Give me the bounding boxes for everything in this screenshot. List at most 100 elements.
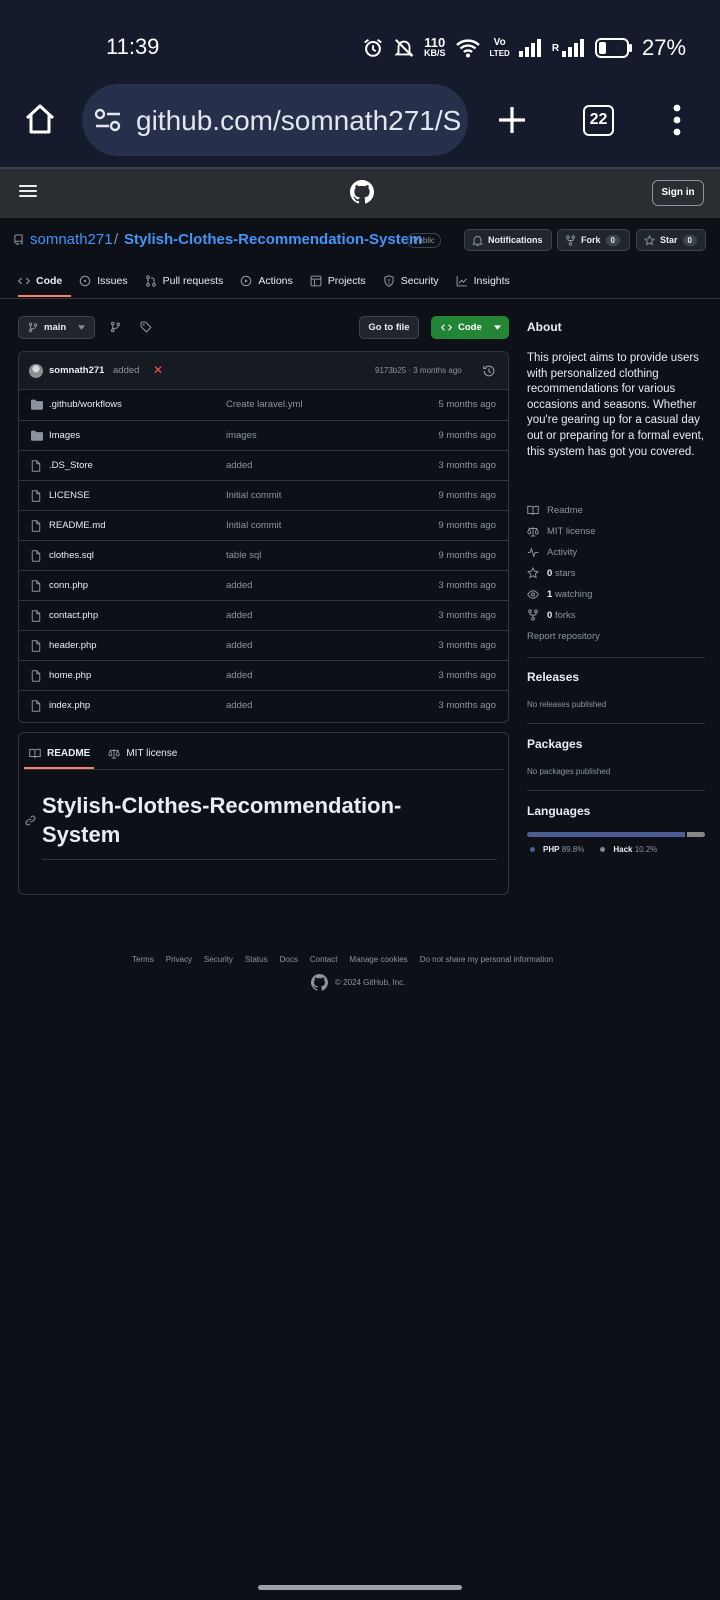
tab-projects[interactable]: Projects [310,270,366,292]
file-row[interactable]: .DS_Store added 3 months ago [19,450,508,480]
file-commit-message[interactable]: images [226,430,257,441]
stars-link[interactable]: 0 stars [527,565,576,581]
file-commit-message[interactable]: Create laravel.yml [226,399,303,410]
notifications-button[interactable]: Notifications [464,229,552,251]
file-name[interactable]: header.php [49,640,97,651]
check-failed-icon[interactable]: ✕ [153,363,163,377]
file-commit-message[interactable]: Initial commit [226,520,281,531]
avatar[interactable] [29,364,43,378]
footer-link[interactable]: Docs [280,955,298,964]
file-name[interactable]: .DS_Store [49,460,93,471]
file-commit-message[interactable]: added [226,460,252,471]
home-icon[interactable] [22,101,58,137]
file-row[interactable]: Images images 9 months ago [19,420,508,450]
tab-pull-requests[interactable]: Pull requests [145,270,223,292]
file-row[interactable]: LICENSE Initial commit 9 months ago [19,480,508,510]
github-logo-icon[interactable] [311,974,328,991]
tag-icon[interactable] [140,321,152,333]
commit-meta[interactable]: 9173b25 · 3 months ago [375,366,462,375]
file-row[interactable]: home.php added 3 months ago [19,660,508,690]
history-icon[interactable] [482,364,496,378]
releases-heading[interactable]: Releases [527,670,705,684]
file-icon [31,550,41,562]
file-name[interactable]: .github/workflows [49,399,122,410]
file-commit-message[interactable]: added [226,640,252,651]
packages-heading[interactable]: Packages [527,737,705,751]
file-row[interactable]: README.md Initial commit 9 months ago [19,510,508,540]
footer-link[interactable]: Status [245,955,268,964]
license-link[interactable]: MIT license [527,523,595,539]
footer-link[interactable]: Terms [132,955,154,964]
file-row[interactable]: index.php added 3 months ago [19,690,508,720]
tab-switcher-button[interactable]: 22 [583,105,614,136]
activity-link[interactable]: Activity [527,544,577,560]
gesture-home-indicator[interactable] [258,1585,462,1590]
link-icon[interactable] [25,815,36,826]
github-logo-icon[interactable] [350,180,374,204]
tab-readme[interactable]: README [29,743,90,763]
new-tab-icon[interactable] [496,104,528,136]
url-text[interactable]: github.com/somnath271/S [136,105,470,137]
file-name[interactable]: contact.php [49,610,98,621]
footer-links: Terms Privacy Security Status Docs Contact Man… [132,955,553,964]
file-name[interactable]: README.md [49,520,105,531]
hamburger-menu-icon[interactable] [19,184,37,198]
footer-link[interactable]: Security [204,955,233,964]
star-button[interactable]: Star 0 [636,229,706,251]
star-icon [527,567,539,579]
sign-in-button[interactable]: Sign in [652,180,704,206]
footer-link[interactable]: Privacy [166,955,192,964]
file-row[interactable]: header.php added 3 months ago [19,630,508,660]
footer-link[interactable]: Contact [310,955,338,964]
file-row[interactable]: conn.php added 3 months ago [19,570,508,600]
file-commit-age: 3 months ago [438,670,496,681]
tab-security[interactable]: Security [383,270,439,292]
file-name[interactable]: home.php [49,670,91,681]
file-commit-message[interactable]: added [226,700,252,711]
site-settings-icon[interactable] [94,107,122,133]
file-commit-message[interactable]: table sql [226,550,261,561]
forks-link[interactable]: 0 forks [527,607,576,623]
file-icon [31,610,41,622]
readme-panel: README MIT license Stylish-Clothes-Recom… [18,732,509,895]
file-commit-message[interactable]: added [226,670,252,681]
file-row[interactable]: .github/workflows Create laravel.yml 5 mon… [19,390,508,420]
file-commit-message[interactable]: added [226,580,252,591]
tab-actions[interactable]: Actions [240,270,293,292]
file-commit-message[interactable]: Initial commit [226,490,281,501]
tab-insights[interactable]: Insights [456,270,510,292]
file-row[interactable]: clothes.sql table sql 9 months ago [19,540,508,570]
repo-name-link[interactable]: Stylish-Clothes-Recommendation-System [124,231,422,248]
latest-commit-row[interactable]: somnath271 added ✕ 9173b25 · 3 months ag… [19,352,508,390]
overflow-menu-icon[interactable] [673,104,681,136]
code-dropdown-button[interactable]: Code [431,316,509,339]
repo-owner-link[interactable]: somnath271 [30,231,113,248]
report-repository-link[interactable]: Report repository [527,628,600,644]
tab-code[interactable]: Code [18,270,62,292]
table-icon [310,275,322,287]
file-name[interactable]: Images [49,430,80,441]
watchers-link[interactable]: 1 watching [527,586,592,602]
readme-link[interactable]: Readme [527,502,583,518]
footer-link[interactable]: Do not share my personal information [420,955,553,964]
footer-link[interactable]: Manage cookies [349,955,407,964]
file-name[interactable]: clothes.sql [49,550,94,561]
file-row[interactable]: contact.php added 3 months ago [19,600,508,630]
readme-title: Stylish-Clothes-Recommendation-System [42,793,402,847]
tab-issues[interactable]: Issues [79,270,128,292]
releases-empty: No releases published [527,700,607,709]
fork-button[interactable]: Fork 0 [557,229,630,251]
tab-license[interactable]: MIT license [108,743,177,763]
language-item-php[interactable]: PHP 89.8% [530,845,584,854]
file-name[interactable]: LICENSE [49,490,90,501]
file-browser: somnath271 added ✕ 9173b25 · 3 months ag… [18,351,509,723]
commit-message[interactable]: added [113,365,139,376]
file-commit-message[interactable]: added [226,610,252,621]
branches-icon[interactable] [110,321,121,333]
commit-author[interactable]: somnath271 [49,365,104,376]
go-to-file-button[interactable]: Go to file [359,316,419,339]
file-name[interactable]: index.php [49,700,90,711]
file-name[interactable]: conn.php [49,580,88,591]
language-item-hack[interactable]: Hack 10.2% [600,845,657,854]
branch-select-button[interactable]: main [18,316,95,339]
